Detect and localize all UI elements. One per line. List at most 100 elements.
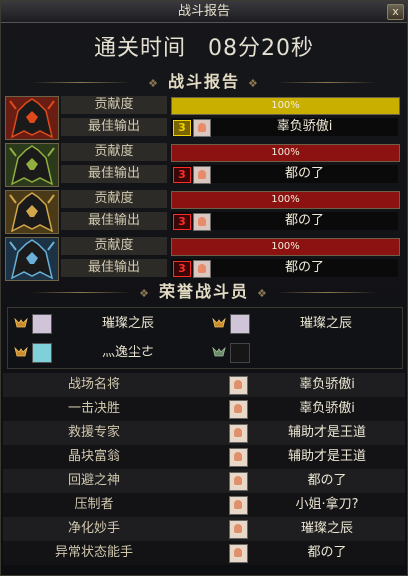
player-block: 贡献度 100% 最佳输出 3 都の了 bbox=[3, 142, 405, 187]
award-player[interactable]: 小姐·拿刀? bbox=[249, 493, 405, 517]
best-output-label: 最佳输出 bbox=[61, 118, 167, 136]
award-row: 晶块富翁 辅助才是王道 bbox=[3, 445, 405, 469]
rank-badge: 3 bbox=[173, 167, 191, 183]
battle-report-window: 战斗报告 x 通关时间 08分20秒 ❖ 战斗报告 ❖ 贡献度 100% 最佳输出 3 辜负… bbox=[0, 0, 408, 576]
best-output-cell[interactable]: 3 都の了 bbox=[171, 165, 398, 184]
best-output-label: 最佳输出 bbox=[61, 165, 167, 183]
best-output-player: 都の了 bbox=[284, 166, 324, 181]
ornament-right-icon: ❖ bbox=[248, 77, 260, 90]
award-row: 净化妙手 璀璨之辰 bbox=[3, 517, 405, 541]
award-player[interactable]: 辅助才是王道 bbox=[249, 421, 405, 445]
award-player[interactable]: 辅助才是王道 bbox=[249, 445, 405, 469]
award-title: 晶块富翁 bbox=[67, 449, 120, 464]
contribution-row: 贡献度 100% bbox=[61, 237, 401, 256]
award-title: 回避之神 bbox=[67, 473, 120, 488]
award-row: 救援专家 辅助才是王道 bbox=[3, 421, 405, 445]
clear-time-label: 通关时间 bbox=[93, 36, 186, 61]
avatar bbox=[229, 400, 248, 419]
award-title: 压制者 bbox=[74, 497, 114, 512]
section-honor-title: 荣誉战斗员 bbox=[158, 282, 249, 301]
contribution-label: 贡献度 bbox=[61, 237, 167, 255]
medal-icon bbox=[14, 347, 28, 357]
contribution-row: 贡献度 100% bbox=[61, 96, 401, 115]
awards-list: 战场名将 辜负骄傲i 一击决胜 辜负骄傲i 救援专家 辅助才是王道 晶块富翁 辅助才是王道 回避… bbox=[3, 373, 405, 565]
player-block: 贡献度 100% 最佳输出 3 都の了 bbox=[3, 189, 405, 234]
avatar bbox=[229, 448, 248, 467]
contribution-bar: 100% bbox=[171, 144, 400, 162]
award-row: 战场名将 辜负骄傲i bbox=[3, 373, 405, 397]
honor-player-4[interactable] bbox=[206, 338, 402, 367]
avatar bbox=[193, 166, 211, 184]
award-title: 救援专家 bbox=[67, 425, 120, 440]
section-battle-report-title: 战斗报告 bbox=[167, 72, 240, 91]
contribution-value: 100% bbox=[271, 241, 300, 252]
award-player[interactable]: 辜负骄傲i bbox=[249, 373, 405, 397]
best-output-label: 最佳输出 bbox=[61, 212, 167, 230]
honor-player-3[interactable]: 灬逸尘ㄜ bbox=[8, 338, 204, 367]
player-block: 贡献度 100% 最佳输出 3 辜负骄傲i bbox=[3, 95, 405, 140]
award-player[interactable]: 都の了 bbox=[249, 469, 405, 493]
best-output-row: 最佳输出 3 辜负骄傲i bbox=[61, 118, 401, 137]
contribution-value: 100% bbox=[271, 147, 300, 158]
award-row: 异常状态能手 都の了 bbox=[3, 541, 405, 565]
contribution-row: 贡献度 100% bbox=[61, 143, 401, 162]
ornament-right-icon: ❖ bbox=[257, 287, 269, 300]
avatar bbox=[229, 544, 248, 563]
award-player[interactable]: 璀璨之辰 bbox=[249, 517, 405, 541]
award-row: 回避之神 都の了 bbox=[3, 469, 405, 493]
portrait-icon bbox=[32, 314, 52, 334]
honor-player-1[interactable]: 璀璨之辰 bbox=[8, 309, 204, 338]
rank-badge: 3 bbox=[173, 214, 191, 230]
best-output-row: 最佳输出 3 都の了 bbox=[61, 165, 401, 184]
award-title: 战场名将 bbox=[67, 377, 120, 392]
portrait-icon bbox=[32, 343, 52, 363]
best-output-cell[interactable]: 3 都の了 bbox=[171, 259, 398, 278]
contribution-bar: 100% bbox=[171, 97, 400, 115]
portrait-icon bbox=[230, 314, 250, 334]
ornament-left-icon: ❖ bbox=[139, 287, 151, 300]
red-flame-helmet-icon bbox=[5, 96, 59, 140]
contribution-value: 100% bbox=[271, 194, 300, 205]
honor-player-name: 璀璨之辰 bbox=[101, 316, 154, 331]
award-row: 一击决胜 辜负骄傲i bbox=[3, 397, 405, 421]
section-honor: ❖ 荣誉战斗员 ❖ bbox=[1, 281, 407, 303]
medal-icon bbox=[212, 318, 226, 328]
contribution-label: 贡献度 bbox=[61, 96, 167, 114]
close-button[interactable]: x bbox=[387, 4, 404, 20]
contribution-label: 贡献度 bbox=[61, 143, 167, 161]
award-title: 异常状态能手 bbox=[54, 545, 133, 560]
empty-slot-icon bbox=[230, 343, 250, 363]
window-title: 战斗报告 bbox=[177, 4, 230, 19]
title-bar: 战斗报告 x bbox=[1, 1, 407, 23]
player-block: 贡献度 100% 最佳输出 3 都の了 bbox=[3, 236, 405, 281]
medal-icon bbox=[14, 318, 28, 328]
best-output-player: 都の了 bbox=[284, 213, 324, 228]
section-battle-report: ❖ 战斗报告 ❖ bbox=[1, 71, 407, 93]
avatar bbox=[229, 472, 248, 491]
green-spiked-helmet-icon bbox=[5, 143, 59, 187]
best-output-cell[interactable]: 3 辜负骄傲i bbox=[171, 118, 398, 137]
best-output-cell[interactable]: 3 都の了 bbox=[171, 212, 398, 231]
rank-badge: 3 bbox=[173, 261, 191, 277]
best-output-player: 辜负骄傲i bbox=[276, 119, 333, 134]
best-output-player: 都の了 bbox=[284, 260, 324, 275]
clear-time-value: 08分20秒 bbox=[208, 36, 314, 61]
honor-player-name: 璀璨之辰 bbox=[299, 316, 352, 331]
honor-player-2[interactable]: 璀璨之辰 bbox=[206, 309, 402, 338]
award-player[interactable]: 都の了 bbox=[249, 541, 405, 565]
contribution-bar: 100% bbox=[171, 238, 400, 256]
clear-time: 通关时间 08分20秒 bbox=[1, 27, 407, 71]
avatar bbox=[229, 424, 248, 443]
blue-ice-helmet-icon bbox=[5, 237, 59, 281]
honor-player-name: 灬逸尘ㄜ bbox=[101, 345, 154, 360]
award-player[interactable]: 辜负骄傲i bbox=[249, 397, 405, 421]
contribution-label: 贡献度 bbox=[61, 190, 167, 208]
avatar bbox=[193, 213, 211, 231]
contribution-row: 贡献度 100% bbox=[61, 190, 401, 209]
best-output-label: 最佳输出 bbox=[61, 259, 167, 277]
avatar bbox=[229, 496, 248, 515]
golden-horned-helmet-icon bbox=[5, 190, 59, 234]
honor-player-name bbox=[250, 338, 402, 367]
honor-panel: 璀璨之辰 璀璨之辰 灬逸尘ㄜ bbox=[7, 307, 403, 369]
avatar bbox=[193, 260, 211, 278]
